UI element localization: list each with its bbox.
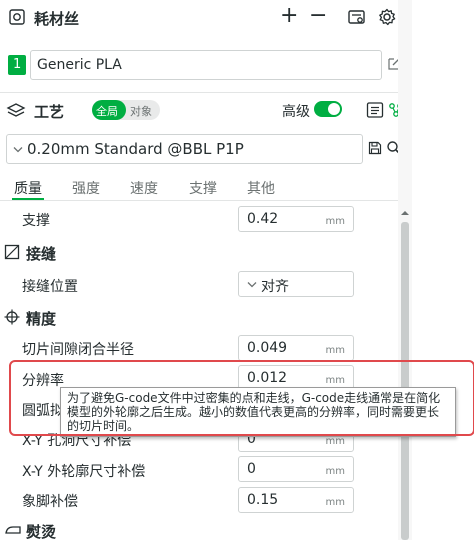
filament-icon	[9, 9, 25, 25]
support-value: 0.42	[247, 211, 279, 227]
elephant-foot-value: 0.15	[247, 492, 279, 508]
xy-contour-compensation-value: 0	[247, 461, 256, 477]
filament-preset-name: Generic PLA	[37, 57, 122, 73]
add-filament-button[interactable]: +	[280, 3, 298, 28]
support-unit: mm	[325, 216, 345, 227]
slice-gap-closing-value: 0.049	[247, 340, 288, 356]
vertical-scrollbar[interactable]	[398, 0, 412, 540]
filament-slot-badge: 1	[8, 55, 26, 75]
xy-contour-compensation-input[interactable]: 0 mm	[238, 456, 354, 482]
divider	[0, 92, 398, 93]
filament-settings-icon[interactable]	[347, 7, 367, 27]
precision-section-title: 精度	[26, 310, 57, 328]
precision-icon	[4, 309, 20, 325]
tab-speed[interactable]: 速度	[130, 178, 158, 198]
filament-header: 耗材丝 + −	[0, 0, 398, 36]
resolution-unit: mm	[325, 375, 345, 386]
arc-fitting-label: 圆弧拟	[22, 403, 64, 419]
support-label: 支撑	[22, 213, 50, 229]
tooltip-text: 为了避免G-code文件中过密集的点和走线，G-code走线通常是在简化模型的外…	[67, 391, 441, 433]
viewport-area	[412, 0, 474, 540]
save-icon[interactable]	[368, 141, 382, 155]
seam-section-title: 接缝	[26, 245, 57, 263]
seam-position-label: 接缝位置	[22, 279, 78, 295]
scope-global-button[interactable]: 全局	[92, 100, 126, 120]
scroll-up-icon[interactable]	[401, 210, 409, 216]
resolution-tooltip: 为了避免G-code文件中过密集的点和走线，G-code走线通常是在简化模型的外…	[60, 387, 456, 437]
process-title: 工艺	[34, 103, 65, 121]
scope-object-button[interactable]: 对象	[130, 103, 152, 119]
scope-switch[interactable]: 全局 对象	[92, 100, 160, 120]
support-input[interactable]: 0.42 mm	[238, 206, 354, 232]
layers-icon	[6, 103, 26, 117]
slice-gap-closing-input[interactable]: 0.049 mm	[238, 335, 354, 361]
process-preset-name: 0.20mm Standard @BBL P1P	[27, 140, 244, 158]
remove-filament-button[interactable]: −	[309, 3, 327, 28]
xy-contour-compensation-label: X-Y 外轮廓尺寸补偿	[22, 464, 146, 480]
chevron-down-icon	[13, 147, 23, 153]
toggle-knob	[328, 103, 340, 115]
compare-icon[interactable]	[366, 101, 384, 119]
gear-icon[interactable]	[377, 7, 397, 27]
elephant-foot-unit: mm	[325, 497, 345, 508]
filament-preset-combo[interactable]: Generic PLA	[30, 50, 382, 80]
xy-contour-compensation-unit: mm	[325, 466, 345, 477]
filament-slot-number: 1	[13, 57, 22, 72]
ironing-section-title: 熨烫	[26, 523, 57, 540]
slice-gap-closing-unit: mm	[325, 345, 345, 356]
process-preset-combo[interactable]: 0.20mm Standard @BBL P1P	[6, 134, 363, 164]
tab-others[interactable]: 其他	[247, 178, 275, 198]
seam-position-value: 对齐	[261, 279, 289, 295]
seam-icon	[4, 244, 20, 260]
tab-support[interactable]: 支撑	[189, 178, 217, 198]
seam-position-select[interactable]: 对齐	[238, 271, 354, 297]
scrollbar-thumb[interactable]	[401, 222, 409, 540]
tab-quality[interactable]: 质量	[14, 178, 42, 198]
tab-strength[interactable]: 强度	[72, 178, 100, 198]
resolution-value: 0.012	[247, 370, 288, 386]
tabs-divider	[0, 200, 398, 201]
resolution-label: 分辨率	[22, 373, 64, 389]
advanced-label: 高级	[282, 104, 310, 120]
slice-gap-closing-label: 切片间隙闭合半径	[22, 342, 134, 358]
advanced-toggle[interactable]	[314, 101, 342, 117]
elephant-foot-label: 象脚补偿	[22, 494, 78, 510]
chevron-down-icon	[247, 282, 257, 288]
elephant-foot-input[interactable]: 0.15 mm	[238, 487, 354, 513]
xy-hole-compensation-unit: mm	[325, 436, 345, 447]
filament-title: 耗材丝	[34, 10, 80, 28]
scope-global-label: 全局	[96, 105, 118, 118]
ironing-icon	[5, 526, 21, 534]
